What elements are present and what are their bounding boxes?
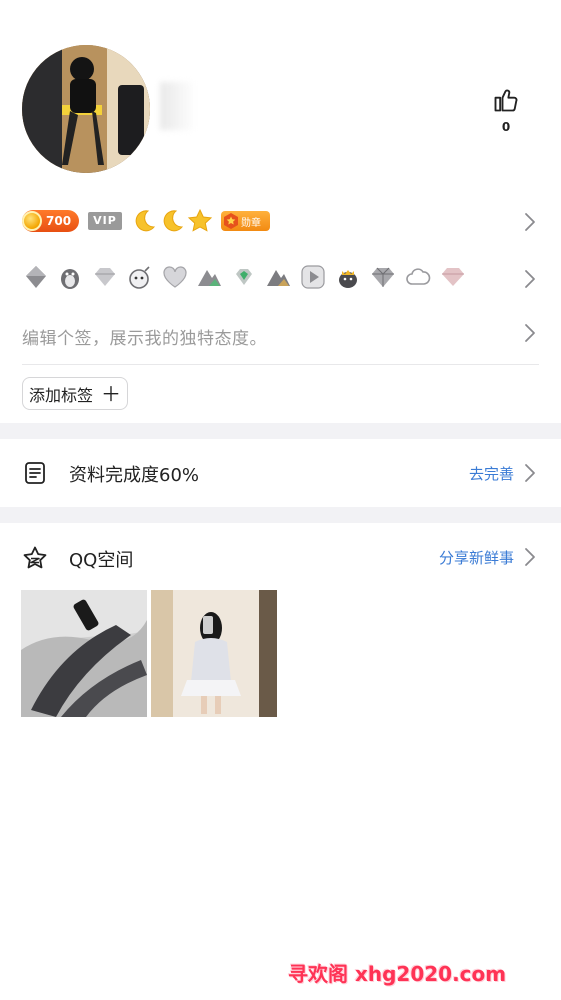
signature-placeholder: 编辑个签，展示我的独特态度。 bbox=[22, 329, 267, 349]
complete-profile-link[interactable]: 去完善 bbox=[469, 463, 514, 484]
plus-icon: ＋ bbox=[101, 381, 121, 406]
mountain-icon bbox=[264, 263, 292, 291]
chevron-right-icon bbox=[523, 322, 537, 344]
qzone-photo[interactable] bbox=[21, 590, 147, 717]
like-count: 0 bbox=[501, 120, 511, 134]
penguin-icon bbox=[56, 263, 84, 291]
diamond-icon bbox=[91, 263, 119, 291]
coin-badge: 700 bbox=[22, 210, 79, 232]
watermark-text: 寻欢阁 xhg2020.com bbox=[288, 962, 507, 986]
profile-completion-row[interactable]: 资料完成度60% 去完善 bbox=[0, 439, 561, 507]
avatar[interactable] bbox=[22, 45, 150, 173]
mountain-icon bbox=[195, 263, 223, 291]
chevron-right-icon bbox=[523, 462, 537, 484]
profile-header: 0 bbox=[0, 0, 561, 195]
service-icon-row[interactable] bbox=[0, 255, 561, 301]
chevron-right-icon bbox=[523, 546, 537, 568]
star-icon bbox=[187, 208, 213, 232]
nickname-blurred bbox=[160, 82, 196, 130]
diamond-icon bbox=[439, 263, 467, 291]
profile-completion-title: 资料完成度60% bbox=[69, 465, 200, 486]
share-news-link[interactable]: 分享新鲜事 bbox=[439, 547, 514, 568]
moon-icon bbox=[163, 210, 184, 232]
medal-star-icon bbox=[224, 213, 238, 229]
chevron-right-icon bbox=[523, 268, 537, 290]
fish-icon bbox=[22, 263, 50, 291]
star-outline-icon bbox=[22, 545, 48, 571]
coin-value: 700 bbox=[46, 214, 72, 228]
add-tag-button[interactable]: 添加标签 ＋ bbox=[22, 377, 128, 410]
moon-icon bbox=[135, 210, 156, 232]
crown-icon bbox=[334, 263, 362, 291]
qzone-photo[interactable] bbox=[151, 590, 277, 717]
thumbs-up-icon bbox=[494, 89, 518, 112]
cloud-icon bbox=[404, 263, 432, 291]
honor-badge: 勋章 bbox=[221, 211, 270, 231]
section-gap bbox=[0, 507, 561, 523]
chevron-right-icon bbox=[523, 211, 537, 233]
gem-icon bbox=[230, 263, 258, 291]
add-tag-label: 添加标签 bbox=[28, 385, 93, 405]
document-icon bbox=[22, 460, 48, 486]
divider bbox=[22, 364, 539, 365]
bomb-icon bbox=[126, 263, 154, 291]
badge-row[interactable]: 700 VIP 勋章 bbox=[0, 200, 561, 244]
like-button[interactable]: 0 bbox=[490, 86, 522, 134]
play-icon bbox=[299, 263, 327, 291]
diamond-icon bbox=[369, 263, 397, 291]
signature-row[interactable]: 编辑个签，展示我的独特态度。 bbox=[0, 312, 561, 358]
coin-icon bbox=[22, 211, 42, 231]
qzone-title: QQ空间 bbox=[69, 550, 134, 571]
section-gap bbox=[0, 423, 561, 439]
vip-badge: VIP bbox=[88, 212, 122, 230]
heart-icon bbox=[161, 263, 189, 291]
qzone-photo-strip bbox=[21, 590, 277, 717]
qzone-row[interactable]: QQ空间 分享新鲜事 bbox=[0, 523, 561, 591]
